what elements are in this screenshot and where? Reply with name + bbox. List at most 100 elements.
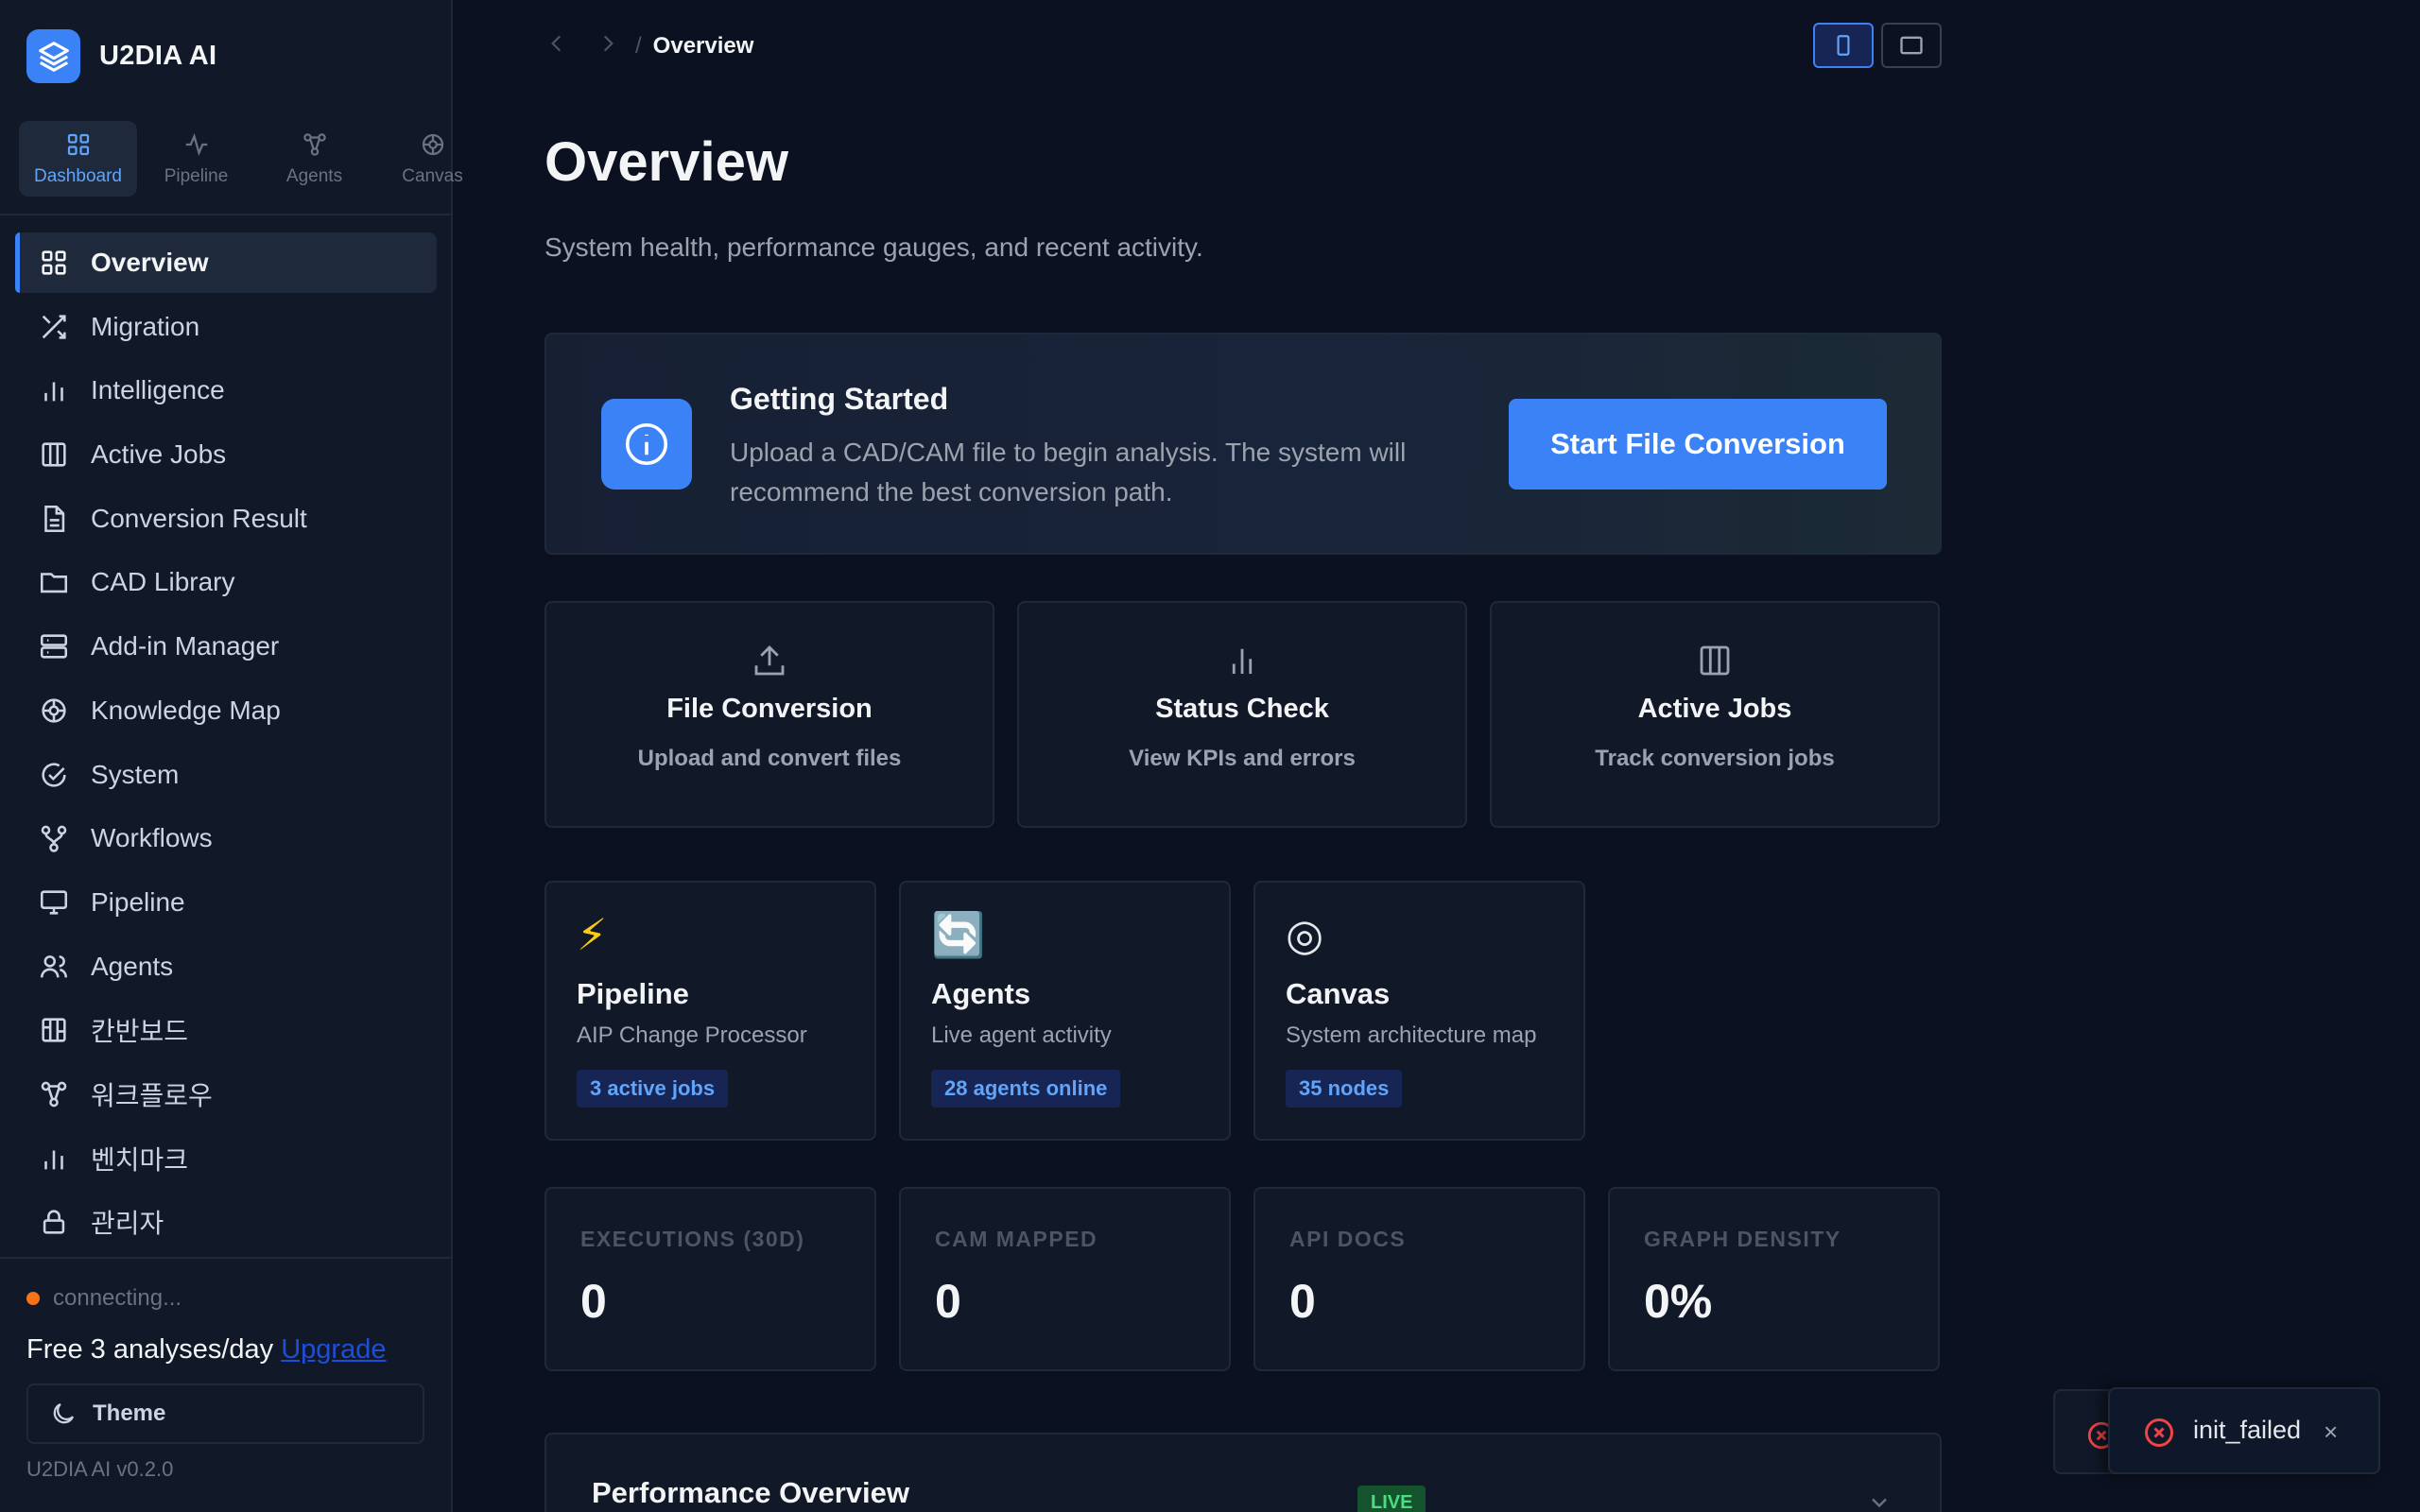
live-badge: LIVE [1357, 1486, 1426, 1512]
file-text-icon [44, 505, 65, 532]
connection-status-text: connecting... [53, 1285, 182, 1311]
app-version: U2DIA AI v0.2.0 [26, 1457, 174, 1481]
breadcrumb: / Overview [544, 23, 753, 70]
sidebar-item-label: 벤치마크 [91, 1144, 189, 1175]
activity-icon [185, 132, 207, 157]
upgrade-link[interactable]: Upgrade [281, 1334, 386, 1365]
bar-chart-icon [44, 382, 63, 402]
plan-info: Free 3 analyses/day Upgrade [26, 1334, 386, 1366]
sidebar-item-label: System [91, 759, 180, 789]
getting-started-title: Getting Started [730, 382, 949, 416]
module-card-agents[interactable]: 🔄 Agents Live agent activity 28 agents o… [899, 881, 1231, 1141]
kpi-label: CAM MAPPED [935, 1227, 1098, 1251]
sidebar-item-admin[interactable]: 관리자 [15, 1192, 437, 1252]
kanban-icon [42, 1018, 66, 1042]
sidebar-item-workflow-kr[interactable]: 워크플로우 [15, 1064, 437, 1125]
quick-action-subtitle: View KPIs and errors [1129, 746, 1356, 771]
sidebar-item-label: Agents [91, 951, 174, 981]
layout-toggle [1813, 23, 1942, 68]
connection-status: connecting... [26, 1285, 182, 1312]
module-subtitle: AIP Change Processor [577, 1022, 807, 1048]
sidebar-item-active-jobs[interactable]: Active Jobs [15, 424, 437, 485]
module-subtitle: Live agent activity [931, 1022, 1112, 1048]
upload-icon [754, 645, 785, 676]
sidebar-item-workflows[interactable]: Workflows [15, 808, 437, 868]
quick-action-subtitle: Track conversion jobs [1595, 746, 1835, 771]
quick-action-active-jobs[interactable]: Active Jobs Track conversion jobs [1490, 601, 1940, 828]
sidebar-item-pipeline[interactable]: Pipeline [15, 872, 437, 933]
sidebar-item-add-in-manager[interactable]: Add-in Manager [15, 616, 437, 677]
getting-started-card: Getting Started Upload a CAD/CAM file to… [544, 333, 1942, 555]
sidebar-item-label: 워크플로우 [91, 1080, 213, 1110]
mode-tab-canvas[interactable]: Canvas [373, 121, 492, 197]
bar-chart-icon [1232, 648, 1253, 674]
quick-action-status-check[interactable]: Status Check View KPIs and errors [1017, 601, 1467, 828]
page-subtitle: System health, performance gauges, and r… [544, 232, 1203, 262]
sidebar-item-system[interactable]: System [15, 745, 437, 805]
sidebar-item-agents[interactable]: Agents [15, 936, 437, 997]
narrow-layout-button[interactable] [1813, 23, 1874, 68]
sidebar-item-benchmark[interactable]: 벤치마크 [15, 1128, 437, 1189]
share-nodes-icon [302, 133, 326, 156]
kpi-value: 0% [1644, 1275, 1713, 1328]
topbar: / Overview [544, 23, 1942, 70]
kpi-cards: EXECUTIONS (30D) 0 CAM MAPPED 0 API DOCS… [544, 1187, 1940, 1371]
module-badge: 28 agents online [931, 1070, 1121, 1108]
back-icon[interactable] [544, 31, 569, 62]
breadcrumb-separator: / [635, 33, 642, 59]
breadcrumb-current: Overview [652, 33, 754, 59]
wide-layout-button[interactable] [1881, 23, 1942, 68]
chevron-down-icon[interactable] [1866, 1489, 1893, 1512]
lightning-icon: ⚡ [577, 910, 608, 959]
mode-tabs: Dashboard Pipeline Agents Canvas [19, 121, 492, 197]
forward-icon[interactable] [596, 31, 620, 62]
sidebar-item-knowledge-map[interactable]: Knowledge Map [15, 680, 437, 741]
sidebar-item-overview[interactable]: Overview [15, 232, 437, 293]
brand[interactable]: U2DIA AI [26, 29, 216, 83]
performance-overview-panel[interactable]: Performance Overview LIVE [544, 1433, 1942, 1512]
kpi-label: GRAPH DENSITY [1644, 1227, 1841, 1251]
sidebar-item-label: Active Jobs [91, 439, 227, 470]
sidebar-item-label: 관리자 [91, 1209, 164, 1239]
sidebar-item-migration[interactable]: Migration [15, 297, 437, 357]
module-title: Agents [931, 977, 1031, 1010]
sidebar-item-cad-library[interactable]: CAD Library [15, 552, 437, 612]
sidebar-item-kanban[interactable]: 칸반보드 [15, 1000, 437, 1060]
kpi-card-api-docs: API DOCS 0 [1253, 1187, 1585, 1371]
quick-action-file-conversion[interactable]: File Conversion Upload and convert files [544, 601, 994, 828]
mode-tab-dashboard[interactable]: Dashboard [19, 121, 137, 197]
mode-tab-agents[interactable]: Agents [255, 121, 373, 197]
kpi-card-executions: EXECUTIONS (30D) 0 [544, 1187, 876, 1371]
theme-button[interactable]: Theme [26, 1383, 424, 1444]
quick-actions: File Conversion Upload and convert files… [544, 601, 1942, 828]
quick-action-title: File Conversion [666, 694, 873, 724]
quick-action-subtitle: Upload and convert files [637, 746, 902, 771]
plan-text: Free 3 analyses/day [26, 1334, 274, 1365]
check-circle-icon [42, 762, 66, 787]
module-card-canvas[interactable]: ◎ Canvas System architecture map 35 node… [1253, 881, 1585, 1141]
sidebar-item-label: Overview [91, 248, 209, 277]
grid-icon [42, 250, 66, 275]
folder-icon [40, 573, 68, 593]
sidebar-item-conversion-result[interactable]: Conversion Result [15, 489, 437, 549]
refresh-icon: 🔄 [931, 910, 986, 959]
mode-tab-label: Agents [285, 166, 343, 186]
close-icon[interactable]: × [2324, 1418, 2338, 1447]
sidebar: U2DIA AI Dashboard Pipeline Agents Canva… [0, 0, 463, 1512]
grid-icon [67, 133, 89, 156]
target-icon: ◎ [1286, 910, 1324, 959]
kpi-card-cam-mapped: CAM MAPPED 0 [899, 1187, 1231, 1371]
sidebar-item-intelligence[interactable]: Intelligence [15, 360, 437, 421]
start-file-conversion-button[interactable]: Start File Conversion [1509, 399, 1887, 490]
sidebar-nav: Overview Migration Intelligence Active J… [15, 232, 437, 1263]
server-icon [40, 634, 68, 659]
kpi-value: 0 [935, 1275, 961, 1328]
error-toast: init_failed × [2108, 1387, 2380, 1474]
kpi-value: 0 [1289, 1275, 1316, 1328]
mode-tab-pipeline[interactable]: Pipeline [137, 121, 255, 197]
layers-logo-icon [26, 29, 80, 83]
module-card-pipeline[interactable]: ⚡ Pipeline AIP Change Processor 3 active… [544, 881, 876, 1141]
sidebar-item-label: Workflows [91, 823, 213, 853]
performance-title: Performance Overview [592, 1476, 910, 1509]
columns-icon [1700, 645, 1730, 676]
